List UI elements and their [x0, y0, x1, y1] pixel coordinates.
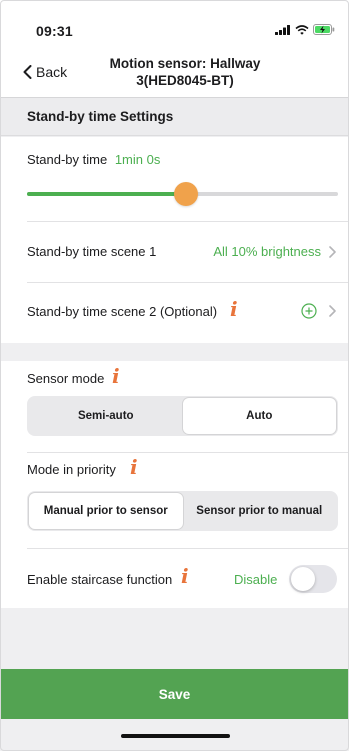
- sensor-mode-label: Sensor mode: [27, 371, 105, 386]
- scene1-label: Stand-by time scene 1: [27, 244, 157, 259]
- info-icon[interactable]: i: [112, 366, 120, 386]
- section-header-title: Stand-by time Settings: [27, 109, 174, 124]
- info-icon[interactable]: i: [230, 299, 238, 319]
- divider: [27, 282, 349, 283]
- standby-time-label: Stand-by time: [27, 152, 108, 167]
- scene2-label: Stand-by time scene 2 (Optional): [27, 304, 218, 319]
- signal-icon: [275, 24, 290, 35]
- mode-priority-segmented-control: Manual prior to sensor Sensor prior to m…: [27, 491, 338, 531]
- section-header: Stand-by time Settings: [0, 98, 349, 136]
- navigation-bar: Back Motion sensor: Hallway 3(HED8045-BT…: [0, 48, 349, 98]
- sensor-mode-segmented-control: Semi-auto Auto: [27, 396, 338, 436]
- standby-time-row: Stand-by time 1min 0s: [27, 152, 160, 167]
- staircase-label: Enable staircase function: [27, 572, 173, 587]
- divider: [27, 452, 349, 453]
- toggle-knob: [291, 567, 315, 591]
- home-indicator-area: [0, 719, 349, 751]
- save-button[interactable]: Save: [0, 669, 349, 719]
- status-icons: [275, 24, 335, 35]
- app-screen: 09:31 Back Motion sensor: Hallway 3(HED8…: [0, 0, 349, 751]
- battery-charging-icon: [313, 24, 335, 35]
- chevron-right-icon[interactable]: [329, 305, 336, 317]
- mode-priority-label: Mode in priority: [27, 462, 116, 477]
- add-circle-icon[interactable]: [301, 303, 317, 319]
- priority-manual-option[interactable]: Manual prior to sensor: [29, 493, 183, 529]
- back-button[interactable]: Back: [23, 64, 67, 80]
- staircase-status: Disable: [234, 572, 278, 587]
- staircase-toggle[interactable]: [289, 565, 337, 593]
- home-indicator: [121, 734, 230, 738]
- sensor-mode-semi-auto[interactable]: Semi-auto: [29, 398, 183, 434]
- standby-time-value: 1min 0s: [114, 152, 161, 167]
- page-title-line2: 3(HED8045-BT): [136, 73, 234, 88]
- divider: [27, 548, 349, 549]
- status-bar: 09:31: [0, 0, 349, 48]
- chevron-right-icon[interactable]: [329, 246, 336, 258]
- slider-thumb[interactable]: [173, 182, 198, 206]
- slider-fill: [27, 192, 183, 196]
- page-title: Motion sensor: Hallway 3(HED8045-BT): [95, 55, 275, 89]
- page-title-line1: Motion sensor: Hallway: [109, 56, 261, 71]
- status-time: 09:31: [36, 23, 73, 39]
- back-chevron-icon: [23, 65, 32, 79]
- priority-sensor-option[interactable]: Sensor prior to manual: [183, 493, 337, 529]
- info-icon[interactable]: i: [130, 457, 138, 477]
- divider: [27, 221, 349, 222]
- back-label: Back: [36, 64, 68, 80]
- wifi-icon: [295, 24, 309, 35]
- scene1-value[interactable]: All 10% brightness: [213, 244, 321, 259]
- info-icon[interactable]: i: [181, 566, 189, 586]
- sensor-mode-auto[interactable]: Auto: [182, 398, 336, 434]
